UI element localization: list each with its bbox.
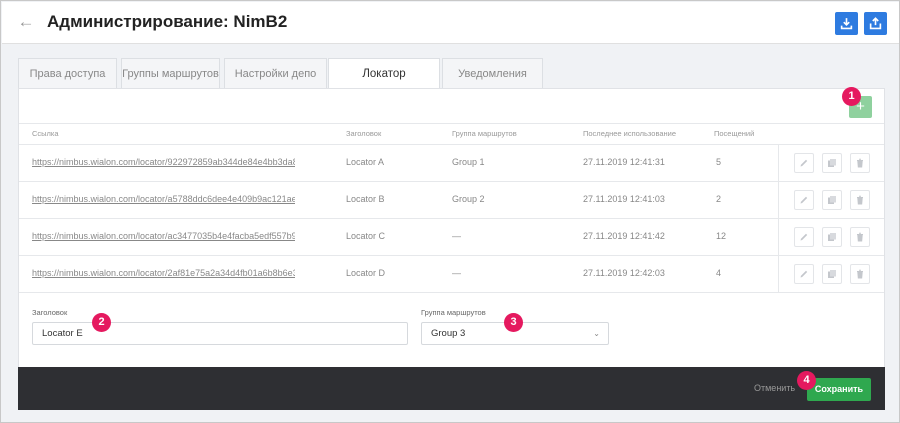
tab-notifications[interactable]: Уведомления [442,58,543,88]
locator-title: Locator D [346,268,386,278]
tab-depot-settings[interactable]: Настройки депо [224,58,327,88]
edit-icon [800,233,808,241]
divider [778,219,779,256]
page-title: Администрирование: NimB2 [47,12,288,31]
copy-icon [828,233,836,241]
column-header-title: Заголовок [346,129,382,138]
copy-icon [828,196,836,204]
callout-badge-4: 4 [797,371,816,390]
tab-access-rights[interactable]: Права доступа [18,58,117,88]
upload-icon [869,17,882,30]
title-input[interactable]: Locator E [32,322,408,345]
group-select-value: Group 3 [431,328,466,339]
locator-link[interactable]: https://nimbus.wialon.com/locator/2af81e… [32,268,295,278]
delete-icon [857,269,863,279]
locator-visits: 2 [716,194,722,204]
locator-last-used: 27.11.2019 12:41:42 [583,231,665,241]
copy-icon [828,159,836,167]
locator-table: Ссылка Заголовок Группа маршрутов Послед… [19,123,884,293]
locator-title: Locator C [346,231,386,241]
locator-form: Заголовок Locator E 2 Группа маршрутов G… [19,286,884,366]
table-header: Ссылка Заголовок Группа маршрутов Послед… [19,123,884,145]
copy-button[interactable] [822,264,842,284]
locator-visits: 12 [716,231,727,241]
copy-button[interactable] [822,190,842,210]
tab-route-groups[interactable]: Группы маршрутов [121,58,220,88]
table-row: https://nimbus.wialon.com/locator/ac3477… [19,219,884,256]
column-header-last-used: Последнее использование [583,129,677,138]
locator-link[interactable]: https://nimbus.wialon.com/locator/922972… [32,157,295,167]
delete-button[interactable] [850,264,870,284]
locator-last-used: 27.11.2019 12:41:03 [583,194,665,204]
upload-button[interactable] [864,12,887,35]
locator-link[interactable]: https://nimbus.wialon.com/locator/a5788d… [32,194,295,204]
download-icon [840,18,853,30]
callout-badge-1: 1 [842,87,861,106]
divider [778,145,779,182]
locator-group: Group 1 [452,157,485,167]
header: ← Администрирование: NimB2 [2,2,899,44]
delete-icon [857,158,863,168]
back-arrow-icon[interactable]: ← [14,10,38,34]
footer-bar: Отменить Сохранить 4 [18,367,885,410]
edit-icon [800,159,808,167]
column-header-group: Группа маршрутов [452,129,517,138]
locator-visits: 4 [716,268,722,278]
edit-icon [800,196,808,204]
column-header-visits: Посещений [714,129,755,138]
divider [778,182,779,219]
locator-link[interactable]: https://nimbus.wialon.com/locator/ac3477… [32,231,295,241]
delete-button[interactable] [850,227,870,247]
callout-badge-3: 3 [504,313,523,332]
edit-button[interactable] [794,153,814,173]
edit-icon [800,270,808,278]
callout-badge-2: 2 [92,313,111,332]
edit-button[interactable] [794,190,814,210]
save-button[interactable]: Сохранить [807,378,871,401]
delete-icon [857,232,863,242]
locator-last-used: 27.11.2019 12:41:31 [583,157,665,167]
delete-button[interactable] [850,190,870,210]
delete-icon [857,195,863,205]
chevron-down-icon: ⌄ [593,329,600,338]
locator-title: Locator A [346,157,385,167]
group-field-label: Группа маршрутов [421,308,486,317]
edit-button[interactable] [794,264,814,284]
locator-panel: + 1 Ссылка Заголовок Группа маршрутов По… [18,87,885,410]
cancel-button[interactable]: Отменить [754,383,795,393]
copy-button[interactable] [822,153,842,173]
locator-last-used: 27.11.2019 12:42:03 [583,268,665,278]
locator-group: — [452,231,461,241]
tab-locator[interactable]: Локатор [328,58,440,89]
copy-icon [828,270,836,278]
locator-title: Locator B [346,194,385,204]
column-header-link: Ссылка [32,129,59,138]
locator-visits: 5 [716,157,722,167]
edit-button[interactable] [794,227,814,247]
delete-button[interactable] [850,153,870,173]
app-window: ← Администрирование: NimB2 Права доступа… [0,0,900,423]
locator-group: — [452,268,461,278]
table-row: https://nimbus.wialon.com/locator/922972… [19,145,884,182]
table-row: https://nimbus.wialon.com/locator/a5788d… [19,182,884,219]
locator-group: Group 2 [452,194,485,204]
title-field-label: Заголовок [32,308,68,317]
download-button[interactable] [835,12,858,35]
copy-button[interactable] [822,227,842,247]
